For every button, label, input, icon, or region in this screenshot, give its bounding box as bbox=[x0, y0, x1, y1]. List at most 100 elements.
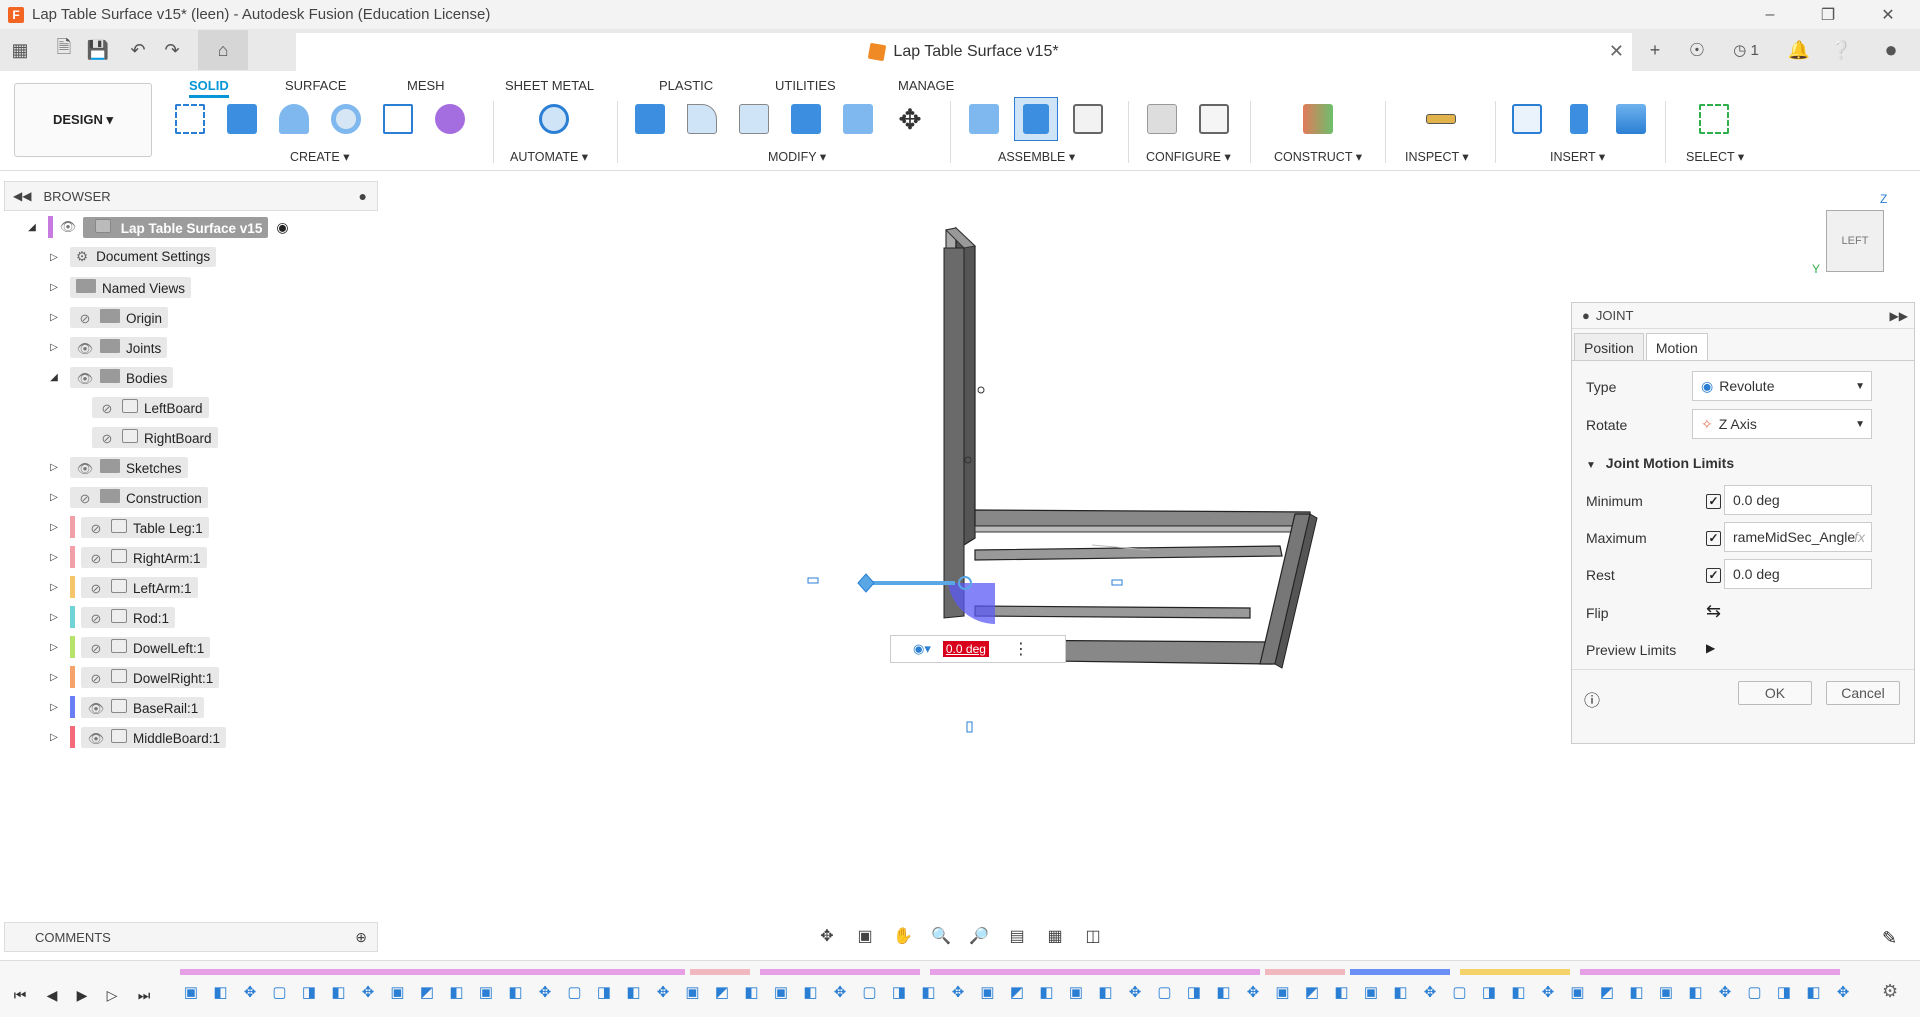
timeline-feature-icon[interactable]: ▣ bbox=[1272, 979, 1294, 1005]
visibility-eye-icon[interactable]: 👁 bbox=[76, 461, 94, 476]
close-tab-icon[interactable]: ✕ bbox=[1609, 41, 1624, 62]
tree-item-bodies[interactable]: ◢ 👁 Bodies bbox=[48, 364, 174, 390]
timeline-feature-icon[interactable]: ▣ bbox=[1065, 979, 1087, 1005]
revolve-icon[interactable] bbox=[272, 97, 316, 141]
insert-canvas-icon[interactable] bbox=[1609, 97, 1653, 141]
collapse-arrow-icon[interactable]: ◢ bbox=[26, 222, 38, 233]
step-forward-icon[interactable]: ▷ bbox=[100, 983, 124, 1007]
zoom-window-icon[interactable]: 🔎 bbox=[964, 924, 994, 948]
timeline-feature-icon[interactable]: ◧ bbox=[918, 979, 940, 1005]
create-menu[interactable]: CREATE ▾ bbox=[290, 149, 350, 164]
automate-icon[interactable] bbox=[532, 97, 576, 141]
visibility-eye-icon[interactable]: 👁 bbox=[87, 731, 105, 746]
tree-item-construction[interactable]: ▷ ⊘ Construction bbox=[48, 484, 208, 510]
new-component-icon[interactable] bbox=[962, 97, 1006, 141]
timeline-feature-icon[interactable]: ▣ bbox=[1360, 979, 1382, 1005]
offset-plane-icon[interactable] bbox=[1296, 97, 1340, 141]
look-at-icon[interactable]: ▣ bbox=[850, 924, 880, 948]
more-options-icon[interactable]: ⋮ bbox=[1013, 639, 1029, 659]
document-tab[interactable]: Lap Table Surface v15* ✕ bbox=[296, 33, 1632, 71]
select-icon[interactable] bbox=[1692, 97, 1736, 141]
create-sketch-icon[interactable] bbox=[168, 97, 212, 141]
timeline-feature-icon[interactable]: ✥ bbox=[1419, 979, 1441, 1005]
go-to-start-icon[interactable]: ⏮ bbox=[8, 983, 32, 1007]
workspace-switcher[interactable]: DESIGN ▾ bbox=[14, 83, 152, 157]
timeline-feature-icon[interactable]: ◧ bbox=[1213, 979, 1235, 1005]
tab-surface[interactable]: SURFACE bbox=[285, 74, 346, 93]
viewports-icon[interactable]: ◫ bbox=[1078, 924, 1108, 948]
fillet-icon[interactable] bbox=[680, 97, 724, 141]
visibility-eye-icon[interactable]: 👁 bbox=[59, 220, 77, 234]
insert-derive-icon[interactable] bbox=[1505, 97, 1549, 141]
timeline-feature-icon[interactable]: ◨ bbox=[593, 979, 615, 1005]
joint-type-icon[interactable]: ◉▾ bbox=[913, 641, 931, 657]
restore-button[interactable]: ❐ bbox=[1805, 0, 1851, 29]
timeline-feature-icon[interactable]: ▣ bbox=[1655, 979, 1677, 1005]
fx-icon[interactable]: fx bbox=[1854, 529, 1865, 545]
timeline-feature-icon[interactable]: ◧ bbox=[1626, 979, 1648, 1005]
tree-item-table-leg[interactable]: ▷ ⊘ Table Leg:1 bbox=[48, 514, 209, 540]
close-window-button[interactable]: ✕ bbox=[1865, 0, 1911, 29]
configure-icon[interactable] bbox=[1140, 97, 1184, 141]
timeline-feature-icon[interactable]: ✥ bbox=[947, 979, 969, 1005]
help-icon[interactable]: ❔ bbox=[1826, 33, 1856, 67]
add-comment-icon[interactable]: ⊕ bbox=[355, 929, 367, 946]
ok-button[interactable]: OK bbox=[1738, 681, 1812, 705]
timeline-feature-icon[interactable]: ◨ bbox=[1773, 979, 1795, 1005]
timeline-feature-icon[interactable]: ✥ bbox=[1124, 979, 1146, 1005]
timeline-feature-icon[interactable]: ✥ bbox=[357, 979, 379, 1005]
timeline-feature-icon[interactable]: ▢ bbox=[564, 979, 586, 1005]
tree-item-dowelright[interactable]: ▷ ⊘ DowelRight:1 bbox=[48, 664, 220, 690]
visibility-hidden-icon[interactable]: ⊘ bbox=[76, 311, 94, 326]
tree-item-document-settings[interactable]: ▷ ⚙ Document Settings bbox=[48, 244, 217, 270]
timeline-feature-icon[interactable]: ▣ bbox=[770, 979, 792, 1005]
tree-item-leftarm[interactable]: ▷ ⊘ LeftArm:1 bbox=[48, 574, 198, 600]
tab-plastic[interactable]: PLASTIC bbox=[659, 74, 713, 93]
rest-input[interactable]: 0.0 deg bbox=[1724, 559, 1872, 589]
timeline-feature-icon[interactable]: ▢ bbox=[859, 979, 881, 1005]
timeline-feature-icon[interactable]: ◩ bbox=[1006, 979, 1028, 1005]
shell-icon[interactable] bbox=[784, 97, 828, 141]
timeline-feature-icon[interactable]: ◧ bbox=[1095, 979, 1117, 1005]
chamfer-icon[interactable] bbox=[732, 97, 776, 141]
flip-icon[interactable]: ⇆ bbox=[1706, 601, 1721, 622]
timeline-feature-icon[interactable]: ▣ bbox=[475, 979, 497, 1005]
press-pull-icon[interactable] bbox=[628, 97, 672, 141]
tab-manage[interactable]: MANAGE bbox=[898, 74, 954, 93]
text-commands-icon[interactable]: ✎ bbox=[1882, 928, 1897, 949]
hole-icon[interactable] bbox=[324, 97, 368, 141]
visibility-hidden-icon[interactable]: ⊘ bbox=[98, 431, 116, 446]
maximum-input[interactable]: rameMidSec_Angle fx bbox=[1724, 522, 1872, 552]
collapse-browser-icon[interactable]: ◀◀ bbox=[13, 189, 31, 203]
tree-item-baserail[interactable]: ▷ 👁 BaseRail:1 bbox=[48, 694, 205, 720]
expand-arrow-icon[interactable]: ▷ bbox=[48, 702, 60, 713]
tree-item-rightboard[interactable]: ⊘ RightBoard bbox=[92, 424, 218, 450]
timeline-feature-icon[interactable]: ◧ bbox=[446, 979, 468, 1005]
timeline-feature-icon[interactable]: ✥ bbox=[1714, 979, 1736, 1005]
timeline-feature-icon[interactable]: ▣ bbox=[682, 979, 704, 1005]
dialog-minimize-icon[interactable]: ● bbox=[1582, 308, 1590, 323]
timeline-feature-icon[interactable]: ◧ bbox=[623, 979, 645, 1005]
undo-icon[interactable]: ↶ bbox=[124, 36, 152, 64]
tree-item-rightarm[interactable]: ▷ ⊘ RightArm:1 bbox=[48, 544, 207, 570]
timeline-feature-icon[interactable]: ✥ bbox=[1537, 979, 1559, 1005]
tab-position[interactable]: Position bbox=[1574, 333, 1644, 360]
expand-arrow-icon[interactable]: ▷ bbox=[48, 612, 60, 623]
automate-menu[interactable]: AUTOMATE ▾ bbox=[510, 149, 588, 164]
user-avatar[interactable]: ● bbox=[1876, 33, 1906, 67]
visibility-eye-icon[interactable]: 👁 bbox=[76, 341, 94, 356]
minimum-checkbox[interactable]: ✓ bbox=[1706, 494, 1721, 509]
timeline-feature-icon[interactable]: ◩ bbox=[711, 979, 733, 1005]
expand-arrow-icon[interactable]: ▷ bbox=[48, 582, 60, 593]
info-icon[interactable]: ⓘ bbox=[1584, 687, 1600, 711]
tree-item-named-views[interactable]: ▷ Named Views bbox=[48, 274, 192, 300]
timeline-feature-icon[interactable]: ▣ bbox=[977, 979, 999, 1005]
timeline-feature-icon[interactable]: ◩ bbox=[1301, 979, 1323, 1005]
tree-item-origin[interactable]: ▷ ⊘ Origin bbox=[48, 304, 169, 330]
cancel-button[interactable]: Cancel bbox=[1826, 681, 1900, 705]
combine-icon[interactable] bbox=[836, 97, 880, 141]
bill-of-materials-icon[interactable] bbox=[1066, 97, 1110, 141]
timeline-feature-icon[interactable]: ◧ bbox=[1331, 979, 1353, 1005]
play-icon[interactable]: ▶ bbox=[70, 983, 94, 1007]
visibility-hidden-icon[interactable]: ⊘ bbox=[87, 641, 105, 656]
